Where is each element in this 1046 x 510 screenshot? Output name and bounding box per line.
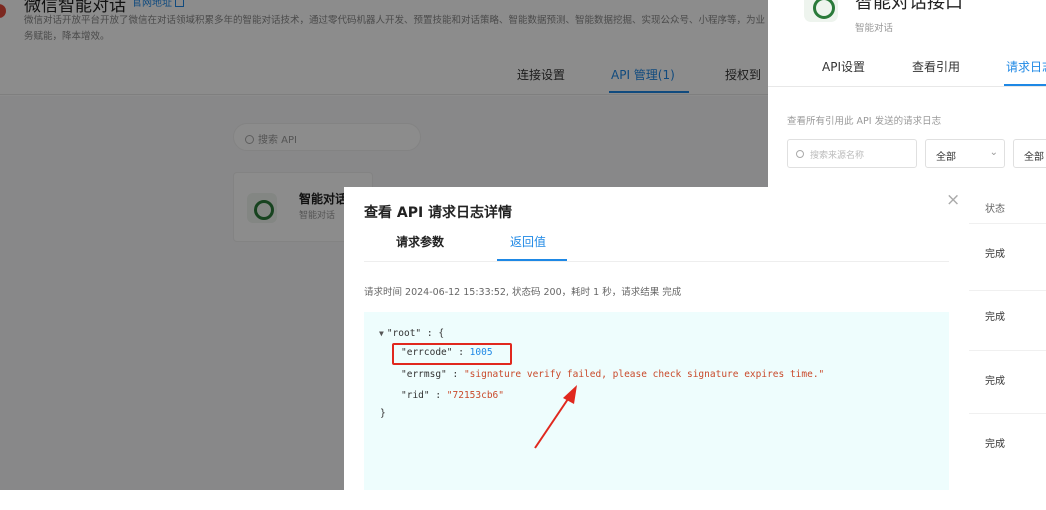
drawer-tab-request-log[interactable]: 请求日志: [1006, 58, 1046, 75]
app-page: 微信智能对话 官网地址 微信对话开放平台开放了微信在对话领域积累多年的智能对话技…: [0, 0, 1046, 490]
collapse-caret-icon[interactable]: ▼: [379, 329, 384, 338]
json-rid-line: "rid" : "72153cb6": [401, 390, 504, 401]
log-row-status[interactable]: 完成: [985, 308, 1005, 323]
source-search-input[interactable]: 搜索来源名称: [787, 139, 917, 168]
json-key: "rid": [401, 390, 430, 401]
drawer-tab-api-settings[interactable]: API设置: [822, 58, 865, 75]
json-root-line[interactable]: ▼ "root" : {: [379, 328, 444, 339]
json-key: "errmsg": [401, 369, 447, 380]
tab-response-value[interactable]: 返回值: [510, 233, 546, 250]
filter-select-1[interactable]: 全部 ⌄: [925, 139, 1005, 168]
filter-select-2-value: 全部: [1024, 152, 1044, 163]
json-separator: :: [429, 390, 447, 401]
column-header-status: 状态: [985, 204, 1005, 215]
json-separator: :: [446, 369, 464, 380]
json-string-value: "signature verify failed, please check s…: [463, 369, 825, 380]
request-log-hint: 查看所有引用此 API 发送的请求日志: [787, 116, 942, 127]
filter-select-1-value: 全部: [936, 152, 956, 163]
divider: [364, 261, 949, 262]
divider: [768, 86, 1046, 87]
json-key: "root": [386, 328, 422, 339]
source-search-placeholder: 搜索来源名称: [810, 151, 865, 161]
annotation-highlight-box: [392, 343, 512, 365]
chevron-down-icon: ⌄: [989, 147, 998, 158]
log-row-status[interactable]: 完成: [985, 435, 1005, 450]
json-string-value: "72153cb6": [446, 390, 504, 401]
drawer-title: 智能对话接口: [855, 0, 963, 13]
modal-title: 查看 API 请求日志详情: [364, 205, 513, 221]
json-separator: }: [380, 408, 386, 419]
json-response-viewer: ▼ "root" : { "errcode" : 1005 "errmsg" : …: [364, 312, 949, 490]
drawer-subtitle: 智能对话: [855, 23, 894, 34]
request-info-line: 请求时间 2024-06-12 15:33:52, 状态码 200，耗时 1 秒…: [364, 287, 682, 298]
filter-select-2[interactable]: 全部: [1013, 139, 1046, 168]
search-icon: [796, 150, 804, 158]
log-detail-modal: × 查看 API 请求日志详情 请求参数 返回值 请求时间 2024-06-12…: [344, 187, 969, 490]
json-close-brace: }: [380, 408, 386, 419]
json-errmsg-line: "errmsg" : "signature verify failed, ple…: [401, 369, 824, 380]
close-icon[interactable]: ×: [946, 190, 960, 210]
json-separator: : {: [421, 328, 445, 339]
tab-request-params[interactable]: 请求参数: [396, 233, 444, 250]
drawer-tab-references[interactable]: 查看引用: [912, 58, 960, 75]
log-row-status[interactable]: 完成: [985, 245, 1005, 260]
log-row-status[interactable]: 完成: [985, 372, 1005, 387]
chat-bot-icon: [804, 0, 838, 22]
